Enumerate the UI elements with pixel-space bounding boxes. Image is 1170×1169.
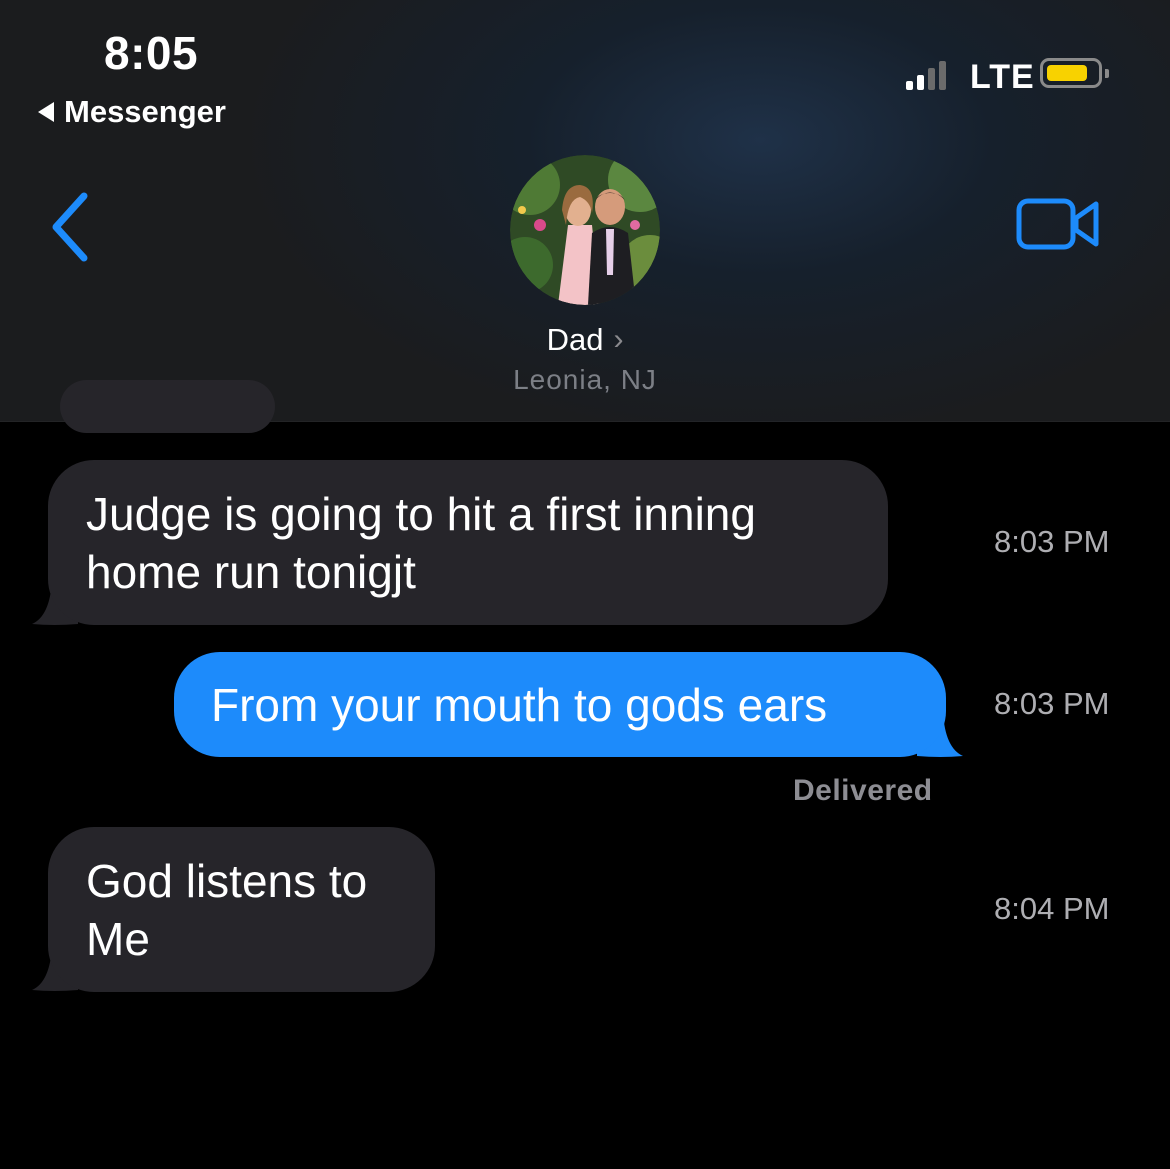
message-bubble-outgoing[interactable]: From your mouth to gods ears	[174, 652, 946, 757]
contact-avatar[interactable]	[510, 155, 660, 305]
contact-name: Dad	[546, 322, 604, 357]
contact-name-button[interactable]: Dad ›	[0, 322, 1170, 358]
conversation-header: 8:05 Messenger LTE Dad › Leonia, NJ	[0, 0, 1170, 422]
message-text-line: From your mouth to gods ears	[211, 679, 828, 731]
video-camera-icon[interactable]	[1016, 196, 1100, 252]
message-text-line: God listens to	[86, 855, 368, 907]
network-type: LTE	[970, 58, 1035, 96]
message-text-line: home run tonigjt	[86, 546, 416, 598]
message-timestamp: 8:04 PM	[994, 891, 1110, 926]
message-timestamp: 8:03 PM	[994, 686, 1110, 721]
message-bubble-incoming[interactable]: Judge is going to hit a first inning hom…	[48, 460, 888, 625]
chevron-right-icon: ›	[613, 323, 624, 356]
back-triangle-icon	[38, 102, 54, 122]
previous-message-bubble	[60, 380, 275, 433]
message-text-line: Judge is going to hit a first inning	[86, 488, 756, 540]
message-timestamp: 8:03 PM	[994, 524, 1110, 559]
delivered-status: Delivered	[793, 774, 933, 807]
status-time: 8:05	[104, 27, 199, 79]
back-to-app-link[interactable]: Messenger	[38, 94, 226, 130]
back-app-label: Messenger	[64, 94, 226, 129]
cellular-signal-icon	[906, 60, 946, 90]
chevron-left-icon[interactable]	[46, 190, 96, 264]
message-text-line: Me	[86, 913, 150, 965]
message-bubble-incoming[interactable]: God listens to Me	[48, 827, 435, 992]
battery-icon	[1040, 58, 1109, 88]
